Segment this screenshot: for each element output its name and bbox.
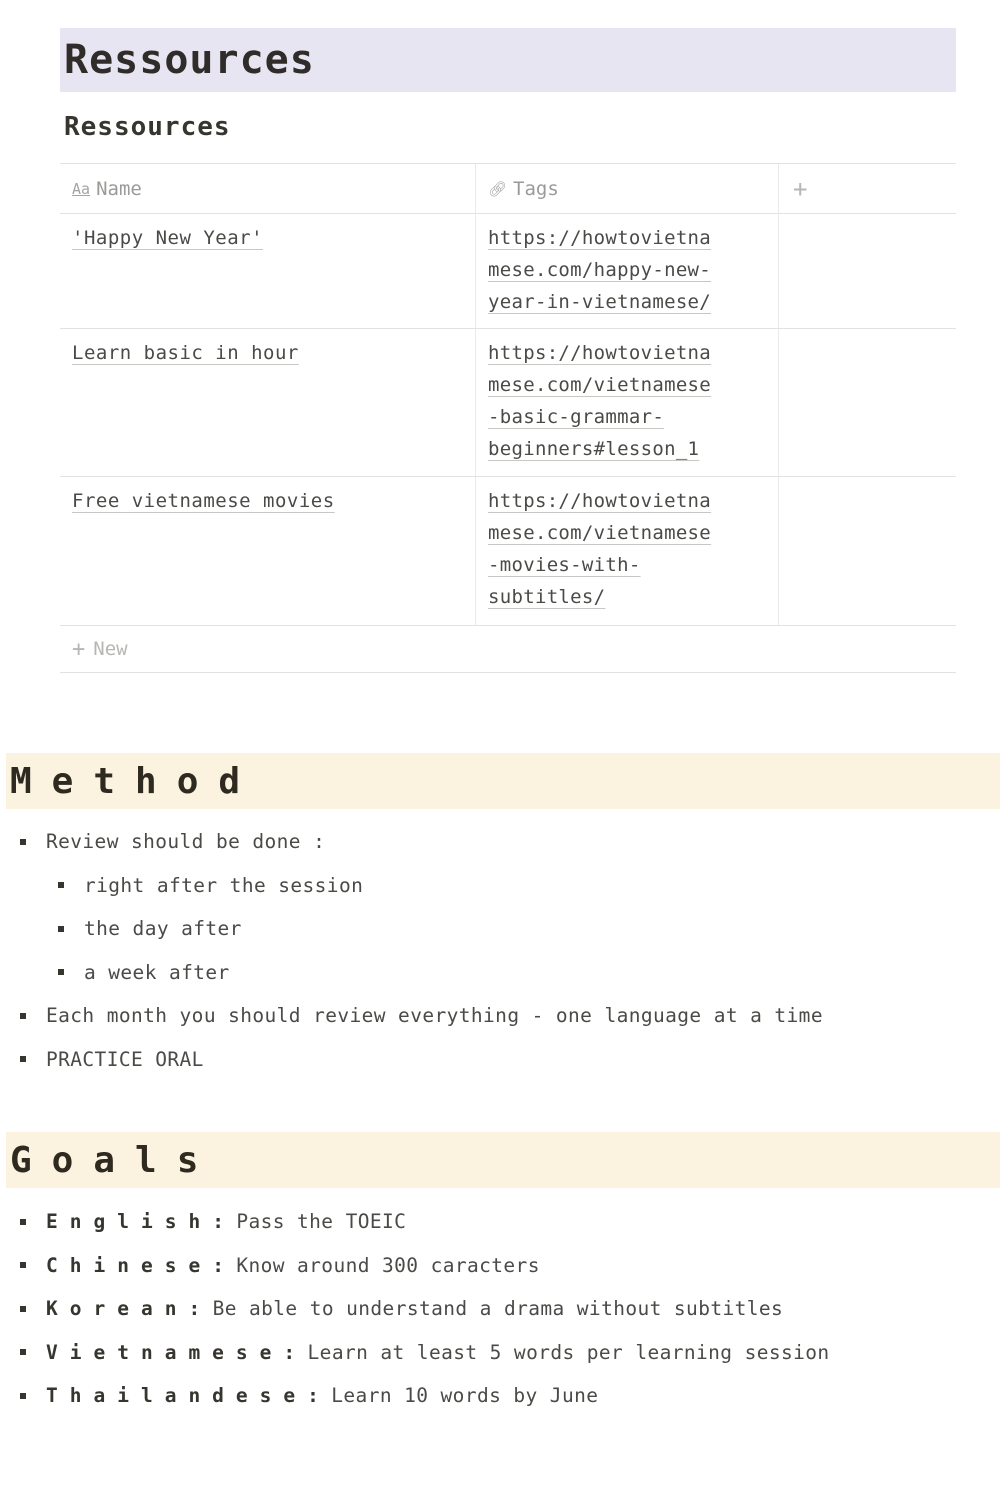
cell-empty bbox=[779, 214, 956, 328]
goal-item: Korean: Be able to understand a drama wit… bbox=[18, 1287, 830, 1331]
row-name[interactable]: Learn basic in hour bbox=[72, 342, 299, 364]
bullet-icon bbox=[20, 1262, 26, 1269]
tag-url-line[interactable]: https://howtovietna bbox=[488, 342, 711, 364]
goal-language: Chinese bbox=[46, 1253, 213, 1277]
list-item: right after the session bbox=[18, 864, 823, 908]
method-heading: Method bbox=[10, 760, 261, 802]
bullet-icon bbox=[20, 1012, 26, 1019]
column-header-tags[interactable]: 🔗︎ Tags bbox=[476, 164, 779, 213]
list-item-text: a week after bbox=[84, 960, 230, 984]
list-item: PRACTICE ORAL bbox=[18, 1038, 823, 1082]
page: Ressources Ressources Aa Name 🔗︎ Tags + … bbox=[0, 0, 1000, 1500]
page-heading-block: Ressources bbox=[60, 28, 956, 92]
tag-url-line[interactable]: -movies-with- bbox=[488, 554, 641, 576]
goal-language: Thailandese bbox=[46, 1384, 308, 1407]
method-heading-block: Method bbox=[6, 753, 1000, 809]
goal-separator: : bbox=[212, 1253, 225, 1277]
list-item-text: right after the session bbox=[84, 873, 364, 897]
list-item-text: Review should be done : bbox=[46, 830, 326, 853]
cell-empty bbox=[779, 477, 956, 625]
goal-language: Vietnamese bbox=[46, 1340, 284, 1364]
tag-url-line[interactable]: -basic-grammar- bbox=[488, 406, 664, 428]
title-property-icon: Aa bbox=[72, 179, 91, 198]
table-row[interactable]: Learn basic in hour https://howtovietna … bbox=[60, 329, 956, 477]
goal-language: English bbox=[46, 1210, 213, 1233]
page-heading: Ressources bbox=[64, 37, 315, 83]
column-header-name[interactable]: Aa Name bbox=[60, 164, 476, 213]
bullet-icon bbox=[58, 969, 64, 976]
new-row-button[interactable]: + New bbox=[60, 626, 956, 673]
row-name[interactable]: 'Happy New Year' bbox=[72, 227, 263, 249]
goal-separator: : bbox=[188, 1297, 201, 1320]
cell-tags[interactable]: https://howtovietna mese.com/vietnamese … bbox=[476, 329, 779, 476]
cell-name[interactable]: Free vietnamese movies bbox=[60, 477, 476, 625]
tag-url-line[interactable]: subtitles/ bbox=[488, 586, 605, 608]
bullet-icon bbox=[58, 882, 64, 889]
plus-icon: + bbox=[72, 636, 86, 662]
list-item: Review should be done : bbox=[18, 820, 823, 864]
goal-text: Be able to understand a drama without su… bbox=[212, 1297, 784, 1320]
table-row[interactable]: Free vietnamese movies https://howtoviet… bbox=[60, 477, 956, 626]
goals-heading: Goals bbox=[10, 1139, 219, 1181]
goal-separator: : bbox=[307, 1384, 320, 1407]
database-table: Aa Name 🔗︎ Tags + 'Happy New Year' https… bbox=[60, 163, 956, 673]
goal-item: Vietnamese: Learn at least 5 words per le… bbox=[18, 1331, 830, 1375]
goal-item: Chinese: Know around 300 caracters bbox=[18, 1244, 830, 1288]
goals-list: English: Pass the TOEIC Chinese: Know arou… bbox=[18, 1200, 830, 1418]
cell-tags[interactable]: https://howtovietna mese.com/vietnamese … bbox=[476, 477, 779, 625]
tag-url-line[interactable]: mese.com/vietnamese bbox=[488, 522, 711, 544]
add-column-icon: + bbox=[793, 174, 808, 203]
method-list: Review should be done : right after the … bbox=[18, 820, 823, 1081]
list-item: Each month you should review everything … bbox=[18, 994, 823, 1038]
cell-name[interactable]: 'Happy New Year' bbox=[60, 214, 476, 328]
bullet-icon bbox=[20, 1392, 26, 1399]
goal-item: Thailandese: Learn 10 words by June bbox=[18, 1374, 830, 1418]
goal-language: Korean bbox=[46, 1297, 189, 1320]
cell-name[interactable]: Learn basic in hour bbox=[60, 329, 476, 476]
new-row-label: New bbox=[93, 638, 128, 660]
list-item-text: PRACTICE ORAL bbox=[46, 1047, 204, 1071]
bullet-icon bbox=[20, 1056, 26, 1063]
goal-text: Learn 10 words by June bbox=[331, 1384, 599, 1407]
url-link-icon: 🔗︎ bbox=[488, 179, 508, 198]
column-header-label: Tags bbox=[513, 177, 559, 200]
tag-url-line[interactable]: https://howtovietna bbox=[488, 227, 711, 249]
cell-tags[interactable]: https://howtovietna mese.com/happy-new- … bbox=[476, 214, 779, 328]
cell-empty bbox=[779, 329, 956, 476]
goal-text: Know around 300 caracters bbox=[236, 1253, 540, 1277]
table-row[interactable]: 'Happy New Year' https://howtovietna mes… bbox=[60, 214, 956, 329]
column-header-label: Name bbox=[96, 177, 142, 200]
bullet-icon bbox=[20, 1349, 26, 1356]
tag-url-line[interactable]: mese.com/happy-new- bbox=[488, 259, 711, 281]
goal-text: Learn at least 5 words per learning sess… bbox=[307, 1340, 830, 1364]
goal-separator: : bbox=[212, 1210, 225, 1233]
goal-item: English: Pass the TOEIC bbox=[18, 1200, 830, 1244]
tag-url-line[interactable]: mese.com/vietnamese bbox=[488, 374, 711, 396]
table-header-row: Aa Name 🔗︎ Tags + bbox=[60, 164, 956, 214]
bullet-icon bbox=[20, 1218, 26, 1225]
bullet-icon bbox=[58, 925, 64, 932]
database-title[interactable]: Ressources bbox=[64, 112, 231, 142]
tag-url-line[interactable]: year-in-vietnamese/ bbox=[488, 291, 711, 313]
goal-separator: : bbox=[283, 1340, 296, 1364]
tag-url-line[interactable]: beginners#lesson_1 bbox=[488, 438, 699, 460]
goals-heading-block: Goals bbox=[6, 1132, 1000, 1188]
row-name[interactable]: Free vietnamese movies bbox=[72, 490, 335, 512]
bullet-icon bbox=[20, 1305, 26, 1312]
list-item-text: the day after bbox=[84, 917, 242, 940]
tag-url-line[interactable]: https://howtovietna bbox=[488, 490, 711, 512]
bullet-icon bbox=[20, 838, 26, 845]
goal-text: Pass the TOEIC bbox=[236, 1210, 407, 1233]
add-column-button[interactable]: + bbox=[779, 164, 956, 213]
list-item: a week after bbox=[18, 951, 823, 995]
list-item-text: Each month you should review everything … bbox=[46, 1004, 823, 1027]
list-item: the day after bbox=[18, 907, 823, 951]
